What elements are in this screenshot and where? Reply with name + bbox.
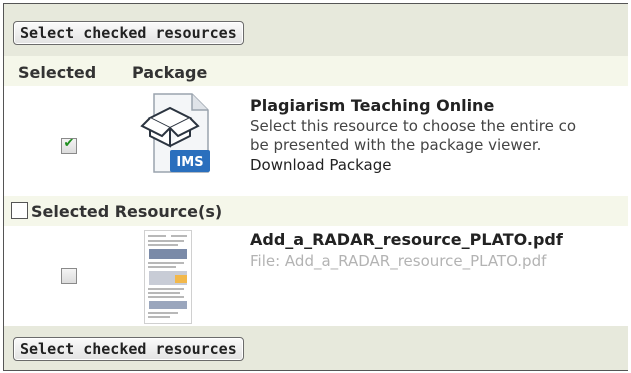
table-header: Selected Package [4,56,628,86]
package-description-line1: Select this resource to choose the entir… [250,117,577,135]
select-all-resources-checkbox[interactable] [11,202,28,219]
bottom-action-bar: Select checked resources [4,326,628,370]
package-title: Plagiarism Teaching Online [250,96,495,115]
resource-checkbox[interactable] [61,268,77,284]
package-description-line2: be presented with the package viewer. [250,136,542,154]
resource-row: Add_a_RADAR_resource_PLATO.pdf File: Add… [4,226,628,326]
selected-resources-label: Selected Resource(s) [31,202,223,221]
package-checkbox[interactable]: ✔ [61,136,77,154]
ims-package-icon: IMS [140,93,210,173]
column-header-package: Package [132,63,208,82]
ims-label: IMS [176,155,203,170]
column-header-selected: Selected [18,63,97,82]
resource-file-line: File: Add_a_RADAR_resource_PLATO.pdf [250,252,547,270]
select-checked-resources-button-bottom[interactable]: Select checked resources [13,337,244,361]
selected-resources-section-header: Selected Resource(s) [4,196,628,226]
download-package-link[interactable]: Download Package [250,156,392,175]
top-action-bar: Select checked resources [4,4,628,56]
package-row: ✔ IMS Plagiarism Teaching Online Select … [4,86,628,196]
resource-selector-panel: Select checked resources Selected Packag… [3,3,628,371]
checkmark-icon: ✔ [63,136,75,151]
pdf-thumbnail-icon [144,230,192,324]
select-checked-resources-button-top[interactable]: Select checked resources [13,21,244,45]
resource-title[interactable]: Add_a_RADAR_resource_PLATO.pdf [250,230,563,249]
